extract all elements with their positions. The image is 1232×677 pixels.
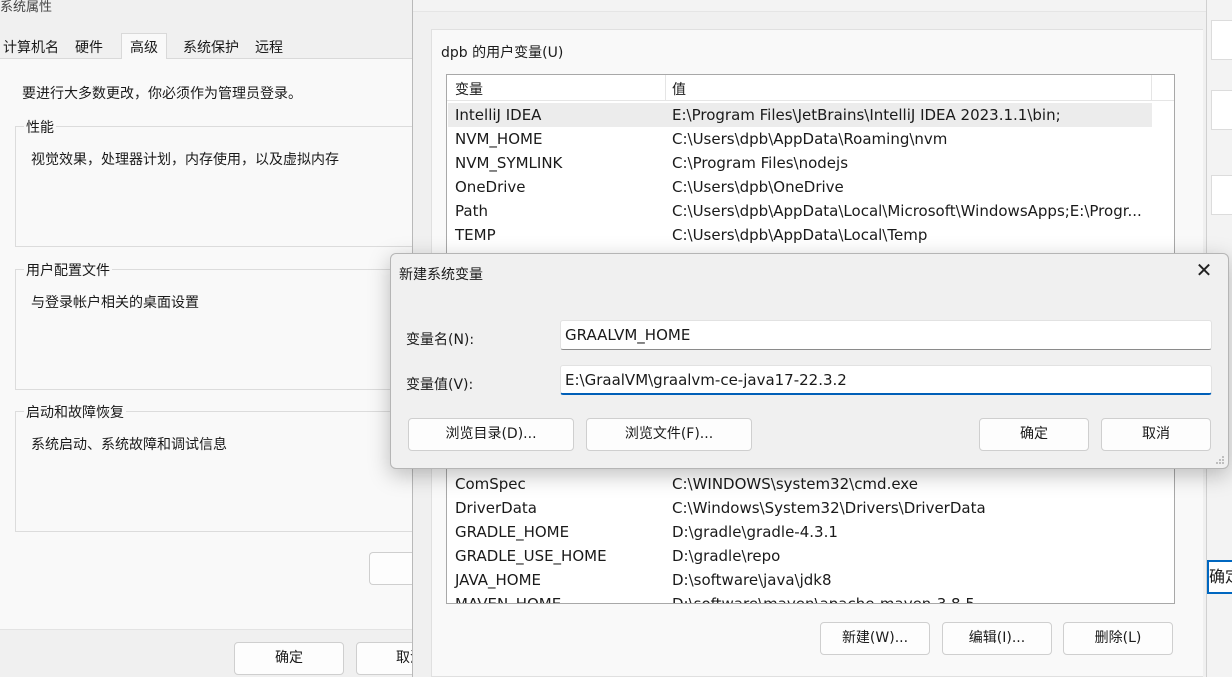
var-name: GRADLE_USE_HOME	[455, 547, 607, 565]
tab-remote[interactable]: 远程	[255, 37, 283, 57]
column-separator	[1151, 75, 1152, 101]
tab-computer-name[interactable]: 计算机名	[3, 37, 59, 57]
tab-hardware[interactable]: 硬件	[75, 37, 103, 57]
user-profiles-desc: 与登录帐户相关的桌面设置	[31, 295, 199, 311]
variable-value-label: 变量值(V):	[406, 377, 474, 393]
ok-button[interactable]: 确定	[234, 642, 344, 675]
variable-name-input[interactable]: GRAALVM_HOME	[560, 320, 1212, 350]
table-row[interactable]: JAVA_HOME D:\software\java\jdk8	[448, 568, 1152, 592]
var-value: C:\Windows\System32\Drivers\DriverData	[672, 499, 986, 517]
performance-title: 性能	[24, 117, 56, 137]
resize-grip-icon[interactable]	[1215, 455, 1225, 465]
user-vars-group-title: dpb 的用户变量(U)	[439, 42, 566, 62]
var-name: Path	[455, 202, 488, 220]
browse-file-button[interactable]: 浏览文件(F)...	[586, 418, 752, 451]
column-header-name[interactable]: 变量	[455, 79, 483, 99]
var-name: NVM_SYMLINK	[455, 154, 563, 172]
dialog-cancel-button[interactable]: 取消	[1101, 418, 1211, 451]
var-value: C:\Users\dpb\AppData\Roaming\nvm	[672, 130, 948, 148]
table-row[interactable]: OneDrive C:\Users\dpb\OneDrive	[448, 175, 1152, 199]
browse-directory-button[interactable]: 浏览目录(D)...	[408, 418, 574, 451]
column-header-value[interactable]: 值	[672, 79, 686, 99]
var-name: JAVA_HOME	[455, 571, 542, 589]
var-name: NVM_HOME	[455, 130, 543, 148]
tab-system-protection[interactable]: 系统保护	[183, 37, 239, 57]
dialog-footer: 确定 取消	[0, 629, 436, 677]
list-fragment	[1211, 20, 1232, 60]
var-value: E:\Program Files\JetBrains\IntelliJ IDEA…	[672, 106, 1061, 124]
startup-recovery-title: 启动和故障恢复	[24, 402, 126, 422]
performance-desc: 视觉效果，处理器计划，内存使用，以及虚拟内存	[31, 152, 339, 168]
system-properties-window: 系统属性 计算机名 硬件 高级 系统保护 远程 要进行大多数更改，你必须作为管理…	[0, 0, 436, 677]
table-row[interactable]: DriverData C:\Windows\System32\Drivers\D…	[448, 496, 1152, 520]
title-bar	[413, 0, 1207, 12]
var-name: TEMP	[455, 226, 496, 244]
var-name: IntelliJ IDEA	[455, 106, 542, 124]
window-title: 系统属性	[0, 0, 53, 15]
tab-bar: 计算机名 硬件 高级 系统保护 远程	[0, 33, 430, 60]
var-value: C:\Program Files\nodejs	[672, 154, 849, 172]
new-variable-button[interactable]: 新建(W)...	[820, 622, 930, 655]
var-value: C:\WINDOWS\system32\cmd.exe	[672, 475, 918, 493]
variable-value-input[interactable]: E:\GraalVM\graalvm-ce-java17-22.3.2	[560, 365, 1212, 395]
var-name: OneDrive	[455, 178, 526, 196]
variable-name-label: 变量名(N):	[406, 332, 475, 348]
var-name: ComSpec	[455, 475, 526, 493]
table-row[interactable]: Path C:\Users\dpb\AppData\Local\Microsof…	[448, 199, 1152, 223]
list-fragment	[1211, 175, 1232, 215]
dialog-title: 新建系统变量	[399, 267, 483, 283]
user-profiles-title: 用户配置文件	[24, 260, 112, 280]
close-icon[interactable]: ✕	[1194, 260, 1214, 280]
tab-advanced[interactable]: 高级	[121, 33, 167, 60]
confirm-button[interactable]: 确定	[1207, 560, 1232, 594]
table-row[interactable]: MAVEN_HOME D:\software\maven\apache-mave…	[448, 592, 1152, 604]
list-header: 变量 值	[447, 75, 1174, 101]
table-row[interactable]: TEMP C:\Users\dpb\AppData\Local\Temp	[448, 223, 1152, 247]
delete-variable-button[interactable]: 删除(L)	[1063, 622, 1173, 655]
advanced-tab-content: 要进行大多数更改，你必须作为管理员登录。 性能 视觉效果，处理器计划，内存使用，…	[0, 59, 435, 629]
table-row[interactable]: GRADLE_USE_HOME D:\gradle\repo	[448, 544, 1152, 568]
var-value: C:\Users\dpb\AppData\Local\Microsoft\Win…	[672, 202, 1142, 220]
var-value: D:\software\java\jdk8	[672, 571, 832, 589]
startup-recovery-group: 启动和故障恢复 系统启动、系统故障和调试信息	[15, 402, 435, 532]
table-row[interactable]: NVM_HOME C:\Users\dpb\AppData\Roaming\nv…	[448, 127, 1152, 151]
var-value: D:\software\maven\apache-maven-3.8.5	[672, 595, 975, 604]
var-name: GRADLE_HOME	[455, 523, 570, 541]
new-system-variable-dialog: 新建系统变量 ✕ 变量名(N): GRAALVM_HOME 变量值(V): E:…	[390, 253, 1229, 469]
table-row[interactable]: ComSpec C:\WINDOWS\system32\cmd.exe	[448, 472, 1152, 496]
dialog-ok-button[interactable]: 确定	[979, 418, 1089, 451]
var-value: D:\gradle\gradle-4.3.1	[672, 523, 838, 541]
column-separator	[665, 75, 666, 101]
table-row[interactable]: NVM_SYMLINK C:\Program Files\nodejs	[448, 151, 1152, 175]
admin-note: 要进行大多数更改，你必须作为管理员登录。	[22, 86, 302, 102]
var-value: D:\gradle\repo	[672, 547, 781, 565]
user-vars-list[interactable]: 变量 值 IntelliJ IDEA E:\Program Files\JetB…	[446, 74, 1175, 259]
edit-variable-button[interactable]: 编辑(I)...	[942, 622, 1052, 655]
table-row[interactable]: IntelliJ IDEA E:\Program Files\JetBrains…	[448, 103, 1152, 127]
performance-group: 性能 视觉效果，处理器计划，内存使用，以及虚拟内存	[15, 117, 435, 247]
user-profiles-group: 用户配置文件 与登录帐户相关的桌面设置	[15, 260, 435, 390]
list-fragment	[1211, 90, 1232, 130]
table-row[interactable]: GRADLE_HOME D:\gradle\gradle-4.3.1	[448, 520, 1152, 544]
var-name: DriverData	[455, 499, 537, 517]
var-value: C:\Users\dpb\AppData\Local\Temp	[672, 226, 928, 244]
startup-recovery-desc: 系统启动、系统故障和调试信息	[31, 437, 227, 453]
var-name: MAVEN_HOME	[455, 595, 562, 604]
var-value: C:\Users\dpb\OneDrive	[672, 178, 844, 196]
